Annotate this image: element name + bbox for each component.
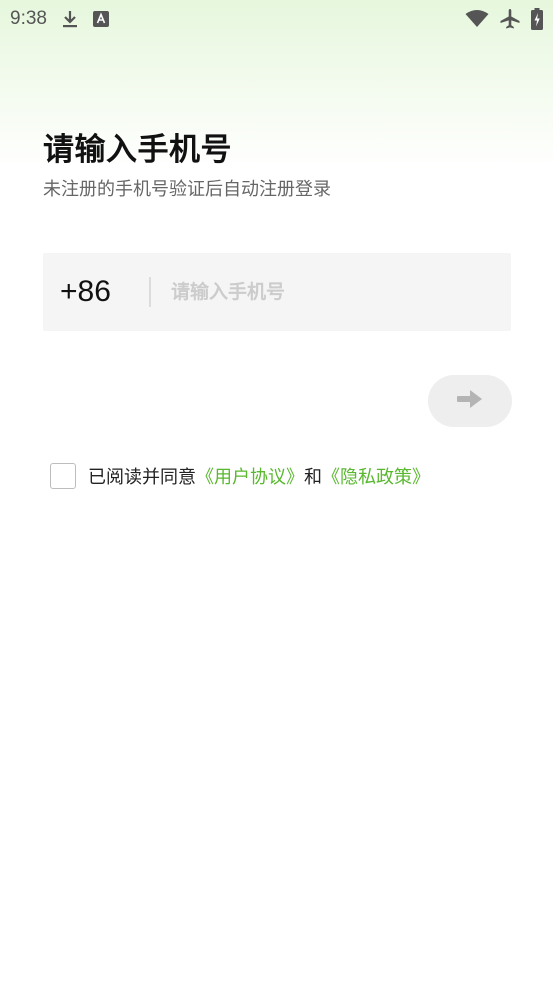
page-title: 请输入手机号 — [43, 132, 232, 168]
agreement-text: 已阅读并同意《用户协议》和《隐私政策》 — [88, 463, 430, 489]
download-icon — [61, 9, 79, 29]
next-button[interactable] — [428, 375, 512, 427]
agreement-and: 和 — [304, 467, 322, 488]
arrow-right-icon — [456, 389, 484, 413]
status-time: 9:38 — [10, 8, 47, 29]
agreement-prefix: 已阅读并同意 — [88, 467, 196, 488]
wifi-icon — [465, 10, 489, 28]
status-bar-left: 9:38 — [10, 8, 109, 30]
privacy-policy-link[interactable]: 《隐私政策》 — [322, 467, 430, 488]
phone-field[interactable]: +86 — [43, 253, 511, 331]
user-agreement-link[interactable]: 《用户协议》 — [196, 467, 304, 488]
country-code[interactable]: +86 — [43, 275, 149, 309]
login-screen: 9:38 请输入手机号 未注册的手机号验证后自动注册登录 +86 请输入手机号 … — [0, 0, 553, 984]
phone-number-input[interactable] — [171, 253, 511, 331]
agreement-row: 已阅读并同意《用户协议》和《隐私政策》 — [50, 461, 530, 491]
status-bar-right — [465, 8, 543, 30]
divider — [149, 277, 151, 307]
battery-icon — [531, 8, 543, 30]
page-subtitle: 未注册的手机号验证后自动注册登录 — [43, 179, 331, 200]
status-bar: 9:38 — [0, 0, 553, 38]
airplane-icon — [499, 8, 521, 30]
keyboard-a-icon — [92, 11, 109, 27]
agreement-checkbox[interactable] — [50, 463, 76, 489]
